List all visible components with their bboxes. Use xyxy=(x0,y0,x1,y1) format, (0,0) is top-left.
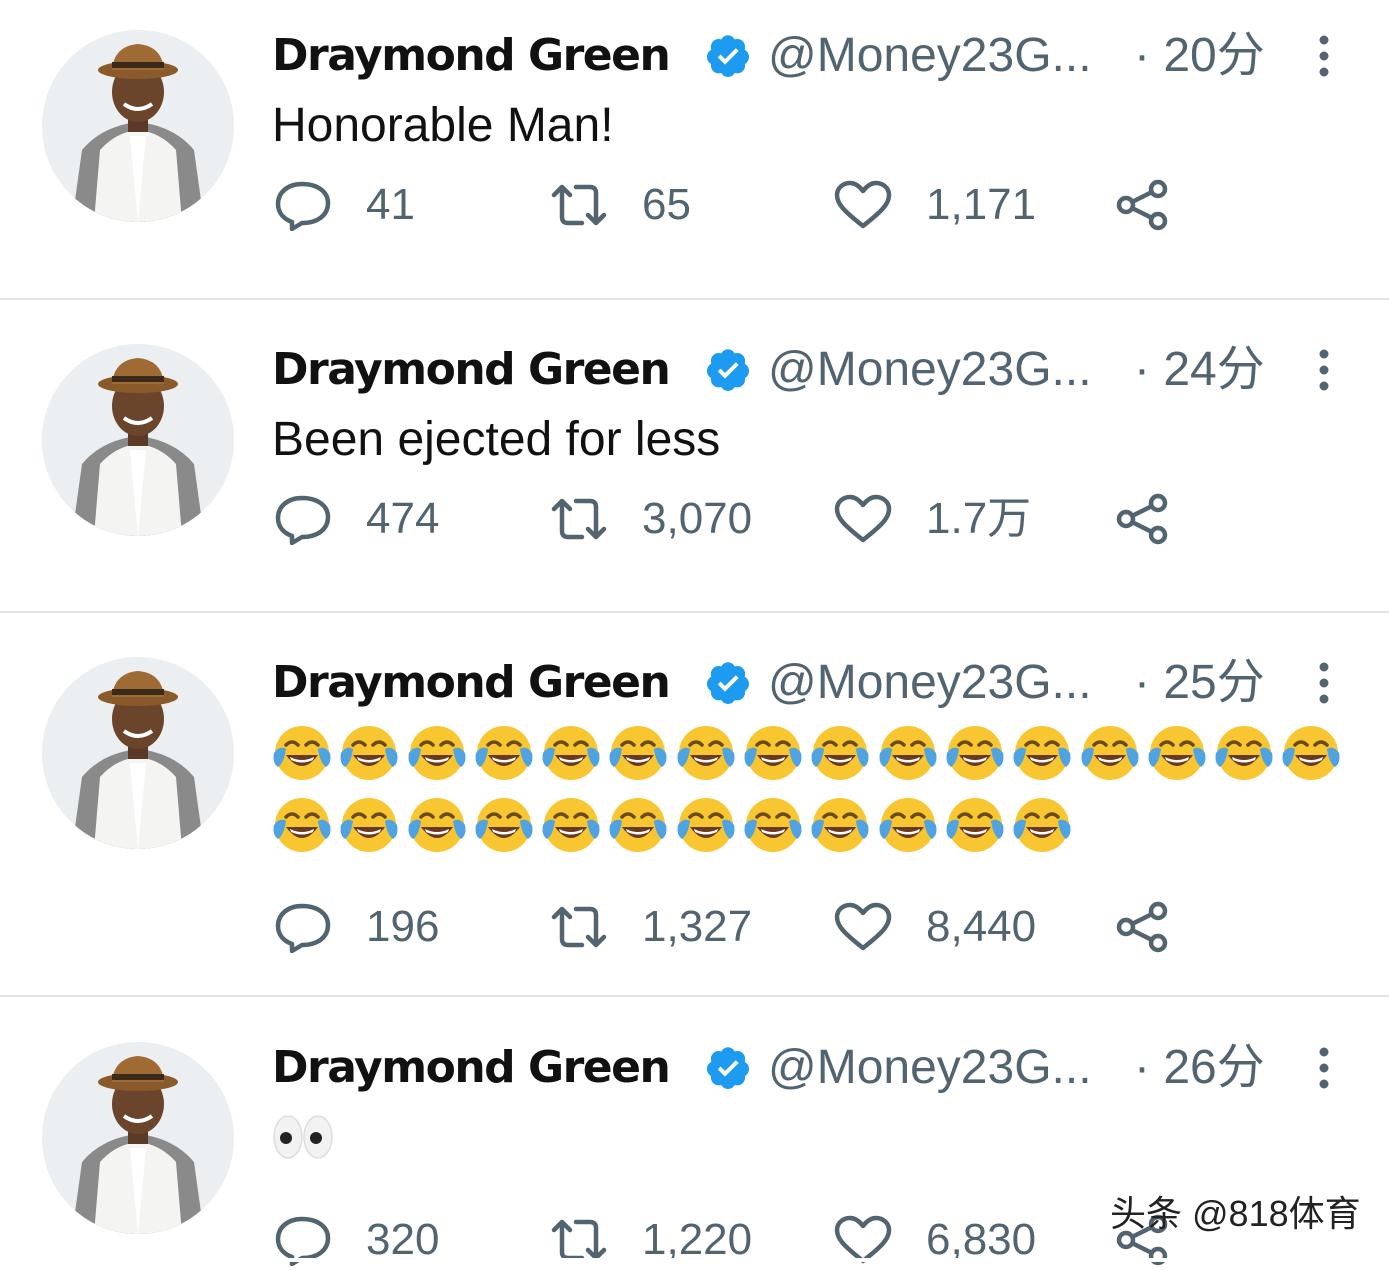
verified-badge-icon xyxy=(704,659,752,707)
reply-count: 474 xyxy=(366,494,440,543)
heart-icon xyxy=(832,901,894,953)
eyes-emoji-icon xyxy=(272,1112,334,1162)
face-with-tears-of-joy-icon xyxy=(541,795,601,855)
avatar[interactable] xyxy=(42,657,234,849)
tweet-actions: 41 65 1,171 xyxy=(272,175,1232,235)
face-with-tears-of-joy-icon xyxy=(743,795,803,855)
more-options-icon[interactable] xyxy=(1312,1044,1336,1092)
divider xyxy=(0,611,1389,613)
avatar[interactable] xyxy=(42,30,234,222)
like-count: 1,171 xyxy=(926,180,1037,229)
reply-icon xyxy=(272,179,334,231)
more-options-icon[interactable] xyxy=(1312,659,1336,707)
reply-count: 196 xyxy=(366,902,440,951)
face-with-tears-of-joy-icon xyxy=(945,723,1005,783)
face-with-tears-of-joy-icon xyxy=(1147,723,1207,783)
timestamp[interactable]: · 20分 xyxy=(1134,28,1265,84)
retweet-icon xyxy=(548,901,610,953)
more-options-icon[interactable] xyxy=(1312,346,1336,394)
tweet-header: Draymond Green @Money23G... · 26分 xyxy=(272,1040,1352,1096)
face-with-tears-of-joy-icon xyxy=(676,723,736,783)
tweet[interactable]: Draymond Green @Money23G... · 25分 196 1,… xyxy=(0,627,1389,997)
avatar[interactable] xyxy=(42,344,234,536)
face-with-tears-of-joy-icon xyxy=(608,795,668,855)
timestamp[interactable]: · 26分 xyxy=(1134,1040,1265,1096)
retweet-icon xyxy=(548,493,610,545)
retweet-count: 65 xyxy=(642,180,691,229)
face-with-tears-of-joy-icon xyxy=(474,795,534,855)
face-with-tears-of-joy-icon xyxy=(272,795,332,855)
face-with-tears-of-joy-icon xyxy=(541,723,601,783)
reply-icon xyxy=(272,901,334,953)
tweet-header: Draymond Green @Money23G... · 24分 xyxy=(272,342,1352,398)
reply-icon xyxy=(272,493,334,545)
verified-badge-icon xyxy=(704,32,752,80)
face-with-tears-of-joy-icon xyxy=(1281,723,1341,783)
share-icon xyxy=(1112,179,1174,231)
watermark: 头条 @818体育 xyxy=(1110,1193,1361,1234)
face-with-tears-of-joy-icon xyxy=(474,723,534,783)
user-handle[interactable]: @Money23G... xyxy=(768,1040,1092,1096)
heart-icon xyxy=(832,493,894,545)
like-count: 1.7万 xyxy=(926,494,1032,543)
face-with-tears-of-joy-icon xyxy=(945,795,1005,855)
timestamp[interactable]: · 25分 xyxy=(1134,655,1265,711)
reply-count: 41 xyxy=(366,180,415,229)
more-options-icon[interactable] xyxy=(1312,32,1336,80)
retweet-count: 1,327 xyxy=(642,902,753,951)
face-with-tears-of-joy-icon xyxy=(1012,795,1072,855)
tweet[interactable]: Draymond Green @Money23G... · 20分 Honora… xyxy=(0,0,1389,300)
timestamp[interactable]: · 24分 xyxy=(1134,342,1265,398)
share-icon xyxy=(1112,901,1174,953)
face-with-tears-of-joy-icon xyxy=(407,723,467,783)
face-with-tears-of-joy-icon xyxy=(339,723,399,783)
face-with-tears-of-joy-icon xyxy=(810,723,870,783)
verified-badge-icon xyxy=(704,346,752,394)
display-name[interactable]: Draymond Green xyxy=(272,1040,671,1096)
face-with-tears-of-joy-icon xyxy=(1214,723,1274,783)
user-handle[interactable]: @Money23G... xyxy=(768,342,1092,398)
tweet-header: Draymond Green @Money23G... · 25分 xyxy=(272,655,1352,711)
face-with-tears-of-joy-icon xyxy=(272,723,332,783)
line-break xyxy=(272,783,1382,795)
share-icon xyxy=(1112,493,1174,545)
retweet-icon xyxy=(548,179,610,231)
face-with-tears-of-joy-icon xyxy=(407,795,467,855)
face-with-tears-of-joy-icon xyxy=(743,723,803,783)
display-name[interactable]: Draymond Green xyxy=(272,342,671,398)
divider xyxy=(0,298,1389,300)
display-name[interactable]: Draymond Green xyxy=(272,28,671,84)
user-handle[interactable]: @Money23G... xyxy=(768,28,1092,84)
face-with-tears-of-joy-icon xyxy=(608,723,668,783)
face-with-tears-of-joy-icon xyxy=(878,723,938,783)
like-count: 8,440 xyxy=(926,902,1037,951)
tweet-emoji-text xyxy=(272,723,1382,855)
face-with-tears-of-joy-icon xyxy=(810,795,870,855)
avatar[interactable] xyxy=(42,1042,234,1234)
tweet-text: Honorable Man! xyxy=(272,99,614,152)
retweet-count: 3,070 xyxy=(642,494,753,543)
heart-icon xyxy=(832,179,894,231)
tweet-header: Draymond Green @Money23G... · 20分 xyxy=(272,28,1352,84)
face-with-tears-of-joy-icon xyxy=(339,795,399,855)
face-with-tears-of-joy-icon xyxy=(1080,723,1140,783)
tweet-actions: 196 1,327 8,440 xyxy=(272,897,1232,957)
divider xyxy=(0,995,1389,997)
tweet-actions: 474 3,070 1.7万 xyxy=(272,489,1232,549)
face-with-tears-of-joy-icon xyxy=(878,795,938,855)
face-with-tears-of-joy-icon xyxy=(676,795,736,855)
verified-badge-icon xyxy=(704,1044,752,1092)
display-name[interactable]: Draymond Green xyxy=(272,655,671,711)
tweet[interactable]: Draymond Green @Money23G... · 24分 Been e… xyxy=(0,314,1389,614)
crop-edge xyxy=(0,1258,1389,1262)
face-with-tears-of-joy-icon xyxy=(1012,723,1072,783)
user-handle[interactable]: @Money23G... xyxy=(768,655,1092,711)
tweet-text: Been ejected for less xyxy=(272,413,721,466)
